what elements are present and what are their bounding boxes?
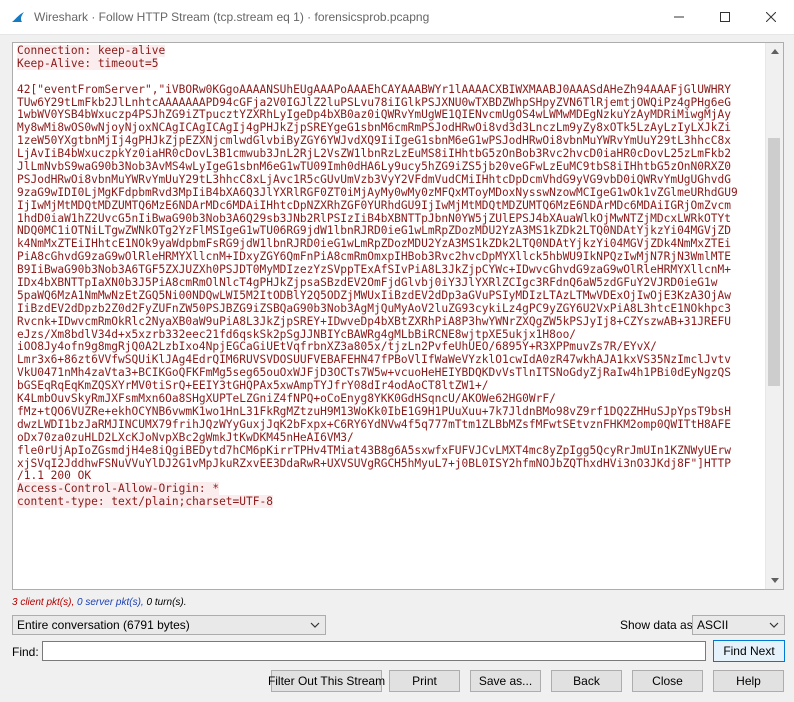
- scroll-down-arrow[interactable]: [766, 572, 783, 589]
- filter-out-label: Filter Out This Stream: [267, 674, 386, 688]
- show-data-select-value: ASCII: [697, 618, 729, 632]
- print-button[interactable]: Print: [389, 670, 460, 692]
- scrollbar-thumb[interactable]: [768, 138, 780, 386]
- find-input[interactable]: [42, 641, 706, 661]
- close-icon: [766, 12, 776, 22]
- show-data-label: Show data as: [620, 618, 693, 632]
- save-as-label: Save as...: [478, 674, 533, 688]
- maximize-button[interactable]: [702, 0, 748, 34]
- help-button[interactable]: Help: [713, 670, 784, 692]
- stream-line: xjSVqI2JddhwFSNuVVuYlDJ2G1vMpJkuRZxvEE3D…: [17, 456, 731, 470]
- find-next-label: Find Next: [723, 644, 775, 658]
- help-label: Help: [736, 674, 761, 688]
- close-button[interactable]: Close: [632, 670, 703, 692]
- minimize-icon: [674, 16, 684, 18]
- chevron-up-icon: [770, 49, 779, 54]
- stream-line: Keep-Alive: timeout=5: [17, 56, 159, 70]
- chevron-down-icon: [310, 622, 320, 628]
- title-bar: Wireshark · Follow HTTP Stream (tcp.stre…: [0, 0, 794, 35]
- scroll-up-arrow[interactable]: [766, 43, 783, 60]
- packet-status: 3 client pkt(s), 0 server pkt(s), 0 turn…: [12, 597, 187, 608]
- vertical-scrollbar[interactable]: [765, 43, 783, 589]
- back-label: Back: [573, 674, 600, 688]
- stream-text-area[interactable]: Connection: keep-alive Keep-Alive: timeou…: [12, 42, 784, 590]
- filter-out-stream-button[interactable]: Filter Out This Stream: [267, 670, 386, 692]
- stream-content: Connection: keep-alive Keep-Alive: timeou…: [17, 45, 767, 509]
- client-packets-count: 3 client pkt(s),: [12, 597, 75, 608]
- show-data-select[interactable]: ASCII: [692, 615, 785, 635]
- find-next-button[interactable]: Find Next: [713, 640, 785, 662]
- stream-line: Connection: keep-alive: [17, 45, 166, 57]
- stream-line: content-type: text/plain;charset=UTF-8: [17, 495, 273, 509]
- wireshark-fin-icon: [12, 12, 24, 22]
- chevron-down-icon: [770, 578, 779, 583]
- minimize-button[interactable]: [656, 0, 702, 34]
- find-label: Find:: [12, 645, 39, 659]
- window-title: Wireshark · Follow HTTP Stream (tcp.stre…: [34, 10, 430, 24]
- conversation-select[interactable]: Entire conversation (6791 bytes): [12, 615, 326, 635]
- server-packets-count: 0 server pkt(s),: [77, 597, 144, 608]
- print-label: Print: [412, 674, 437, 688]
- turns-count: 0 turn(s).: [146, 597, 187, 608]
- close-window-button[interactable]: [748, 0, 794, 34]
- conversation-select-value: Entire conversation (6791 bytes): [17, 618, 190, 632]
- chevron-down-icon: [769, 622, 779, 628]
- close-label: Close: [652, 674, 683, 688]
- maximize-icon: [720, 12, 730, 22]
- save-as-button[interactable]: Save as...: [470, 670, 541, 692]
- back-button[interactable]: Back: [551, 670, 622, 692]
